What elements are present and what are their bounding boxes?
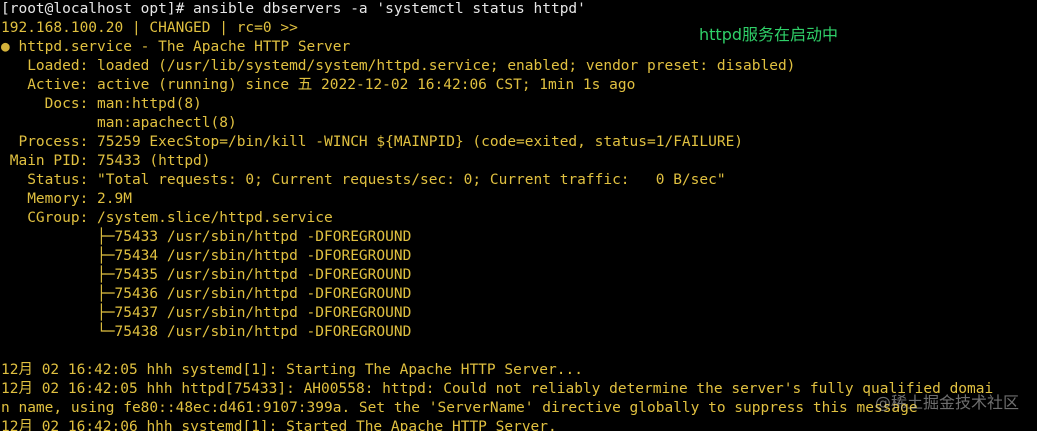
cgroup-child-line: ├─75436 /usr/sbin/httpd -DFOREGROUND [1,286,412,302]
process-line: Process: 75259 ExecStop=/bin/kill -WINCH… [1,134,744,150]
cgroup-child-line: ├─75437 /usr/sbin/httpd -DFOREGROUND [1,305,412,321]
cgroup-child-line: ├─75433 /usr/sbin/httpd -DFOREGROUND [1,229,412,245]
docs-line-2: man:apachectl(8) [1,115,237,131]
command-prompt-line: [root@localhost opt]# ansible dbservers … [1,1,586,17]
status-line: Status: "Total requests: 0; Current requ… [1,172,726,188]
main-pid-line: Main PID: 75433 (httpd) [1,153,211,169]
memory-line: Memory: 2.9M [1,191,132,207]
annotation-note: httpd服务在启动中 [699,25,839,44]
cgroup-child-line: ├─75434 /usr/sbin/httpd -DFOREGROUND [1,248,412,264]
service-line: ● httpd.service - The Apache HTTP Server [0,38,1037,57]
cgroup-child-line: └─75438 /usr/sbin/httpd -DFOREGROUND [1,324,412,340]
cgroup-child-line: ├─75435 /usr/sbin/httpd -DFOREGROUND [1,267,412,283]
status-bullet-icon: ● [1,39,10,55]
loaded-line: Loaded: loaded (/usr/lib/systemd/system/… [1,58,796,74]
terminal-window[interactable]: [root@localhost opt]# ansible dbservers … [0,0,1037,431]
log-line: 12月 02 16:42:06 hhh systemd[1]: Started … [1,419,557,431]
log-line: 12月 02 16:42:05 hhh systemd[1]: Starting… [1,362,583,378]
result-header: 192.168.100.20 | CHANGED | rc=0 >> [1,20,298,36]
service-name: httpd.service - The Apache HTTP Server [9,39,351,55]
docs-line: Docs: man:httpd(8) [1,96,202,112]
watermark: @稀土掘金技术社区 [874,393,1019,412]
active-line: Active: active (running) since 五 2022-12… [1,77,636,93]
cgroup-line: CGroup: /system.slice/httpd.service [1,210,333,226]
